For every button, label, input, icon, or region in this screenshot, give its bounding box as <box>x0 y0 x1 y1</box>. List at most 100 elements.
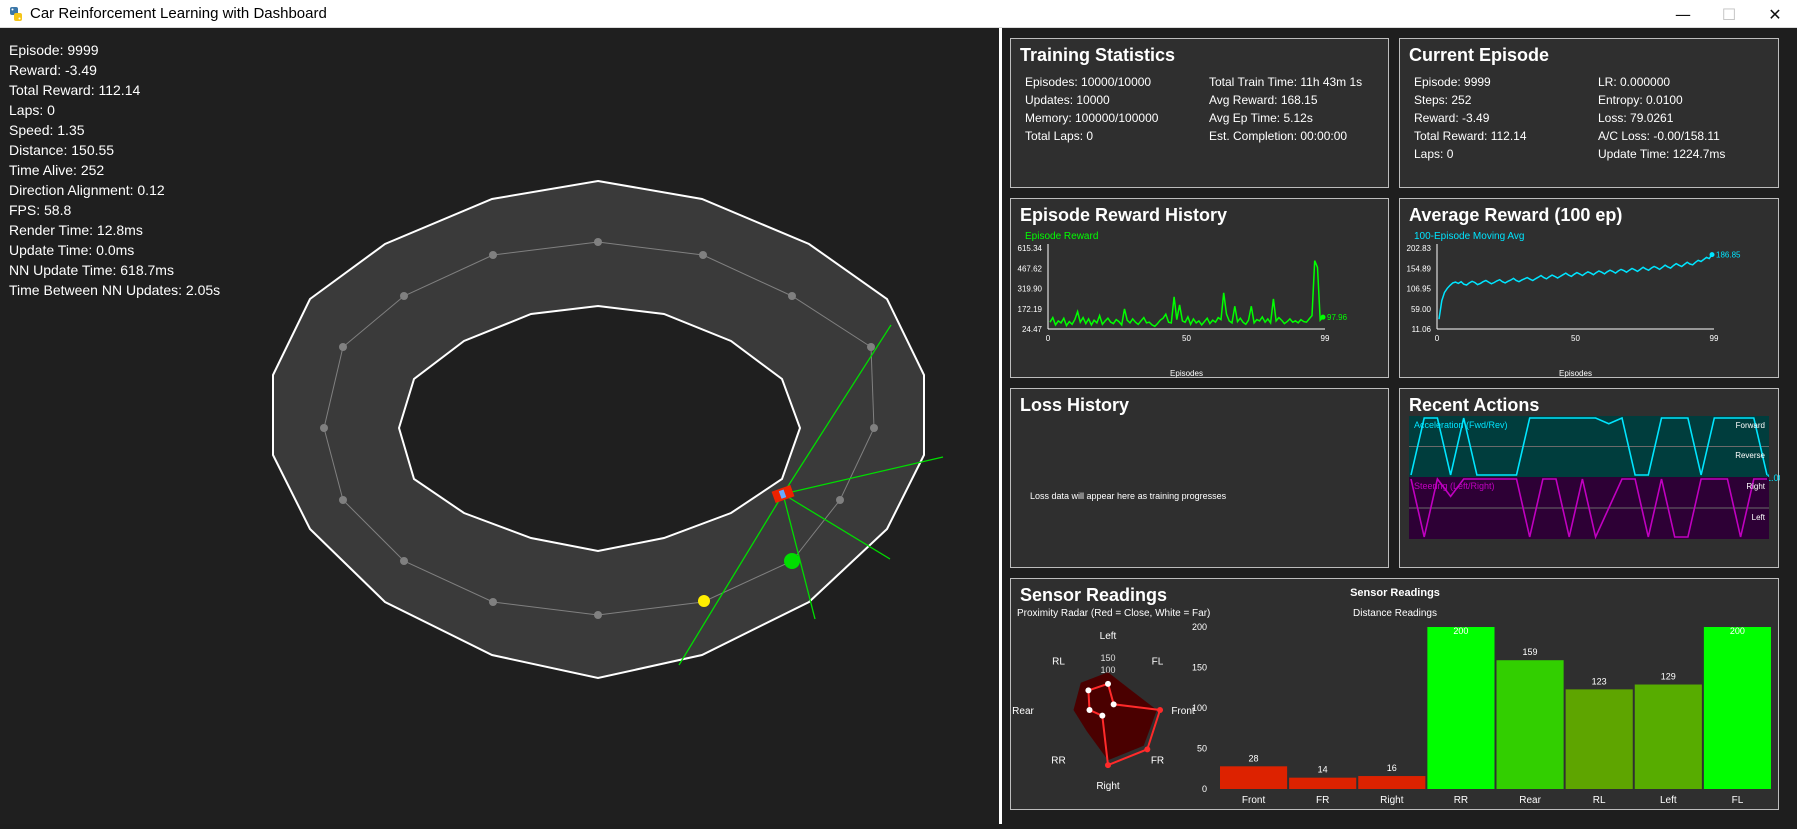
bar-category-label: FR <box>1316 795 1329 806</box>
hud-speed: Speed: 1.35 <box>9 122 85 138</box>
distance-bar <box>1565 689 1633 789</box>
chart-legend-label: 100-Episode Moving Avg <box>1414 231 1524 242</box>
stat-est-completion: Est. Completion: 00:00:00 <box>1209 129 1348 143</box>
distance-readings-chart: Sensor Readings Distance Readings 0 50 100 15… <box>1192 587 1771 806</box>
y-tick-label: 24.47 <box>1022 325 1043 334</box>
recent-actions-chart: Recent Actions Acceleration (Fwd/Rev) Forw… <box>1409 395 1780 540</box>
chart-title: Episode Reward History <box>1020 205 1227 225</box>
distance-bar <box>1427 627 1495 789</box>
loss-history-panel: Loss History Loss data will appear here … <box>1010 388 1389 568</box>
training-stats-left: Episodes: 10000/10000 Updates: 10000 Mem… <box>1025 73 1158 145</box>
data-series-line <box>1438 254 1713 320</box>
current-episode-right: LR: 0.000000 Entropy: 0.0100 Loss: 79.02… <box>1598 73 1725 163</box>
bar-value-label: 16 <box>1387 763 1397 773</box>
title-bar: Car Reinforcement Learning with Dashboar… <box>0 0 1797 28</box>
bar-category-label: Right <box>1380 795 1404 806</box>
panel-title: Current Episode <box>1409 45 1550 65</box>
hud-time-alive: Time Alive: 252 <box>9 162 105 178</box>
sensor-readings-panel: Sensor Readings Proximity Radar (Red = C… <box>1010 578 1779 810</box>
x-tick-label: 50 <box>1571 334 1580 343</box>
y-tick-label: 59.00 <box>1411 305 1432 314</box>
bar-value-label: 123 <box>1592 676 1607 686</box>
ep-total-reward: Total Reward: 112.14 <box>1414 129 1527 143</box>
y-tick-label: 154.89 <box>1407 264 1432 273</box>
maximize-icon[interactable]: ☐ <box>1706 0 1752 28</box>
hud-direction-alignment: Direction Alignment: 0.12 <box>9 182 165 198</box>
y-tick-label: 319.90 <box>1018 285 1043 294</box>
last-value-label: 97.96 <box>1327 313 1348 322</box>
bar-y-tick-label: 100 <box>1192 703 1207 713</box>
action-series-name: Steering (Left/Right) <box>1414 481 1495 491</box>
bar-value-label: 159 <box>1523 647 1538 657</box>
average-reward-panel: Average Reward (100 ep) 100-Episode Movin… <box>1399 198 1779 378</box>
stat-total-train-time: Total Train Time: 11h 43m 1s <box>1209 75 1363 89</box>
hud-nn-update-time: NN Update Time: 618.7ms <box>9 262 174 278</box>
y-tick-label: 615.34 <box>1018 244 1043 253</box>
ep-entropy: Entropy: 0.0100 <box>1598 93 1683 107</box>
distance-bar <box>1358 776 1426 789</box>
stat-memory: Memory: 100000/100000 <box>1025 111 1159 125</box>
dashboard: Training Statistics Episodes: 10000/1000… <box>1002 28 1797 824</box>
last-point-marker <box>1709 252 1715 258</box>
loss-placeholder-message: Loss data will appear here as training p… <box>1030 491 1227 501</box>
x-axis-label: Episodes <box>1559 369 1592 378</box>
x-axis-label: Episodes <box>1170 369 1203 378</box>
bar-category-label: Front <box>1242 795 1266 806</box>
bar-category-label: FL <box>1732 795 1744 806</box>
ep-laps: Laps: 0 <box>1414 147 1454 161</box>
stat-updates: Updates: 10000 <box>1025 93 1110 107</box>
x-tick-label: 99 <box>1321 334 1330 343</box>
bar-y-tick-label: 0 <box>1202 784 1207 794</box>
x-tick-label: 99 <box>1710 334 1719 343</box>
bar-value-label: 200 <box>1730 626 1745 636</box>
hud-reward: Reward: -3.49 <box>9 62 97 78</box>
episode-reward-chart: Episode Reward History Episode Reward 615.… <box>1018 205 1348 378</box>
y-tick-label: 11.06 <box>1412 325 1432 334</box>
current-episode-left: Episode: 9999 Steps: 252 Reward: -3.49 T… <box>1414 73 1527 163</box>
stat-episodes: Episodes: 10000/10000 <box>1025 75 1152 89</box>
bar-chart-title: Sensor Readings <box>1350 587 1440 599</box>
action-top-label: Right <box>1746 482 1765 491</box>
ep-episode: Episode: 9999 <box>1414 75 1491 89</box>
bar-value-label: 200 <box>1453 626 1468 636</box>
python-icon <box>10 7 22 21</box>
bar-category-label: RR <box>1454 795 1468 806</box>
panel-title: Training Statistics <box>1020 45 1176 65</box>
x-tick-label: 0 <box>1435 334 1440 343</box>
chart-title: Recent Actions <box>1409 395 1539 415</box>
close-icon[interactable]: ✕ <box>1752 0 1797 28</box>
x-tick-label: 50 <box>1182 334 1191 343</box>
hud-fps: FPS: 58.8 <box>9 202 72 218</box>
bar-category-label: Left <box>1660 795 1677 806</box>
chart-legend-label: Episode Reward <box>1025 231 1098 242</box>
hud-stats: Episode: 9999 Reward: -3.49 Total Reward… <box>9 40 220 300</box>
distance-bar <box>1703 627 1771 789</box>
y-tick-label: 202.83 <box>1407 244 1432 253</box>
recent-actions-panel: Recent Actions Acceleration (Fwd/Rev) Forw… <box>1399 388 1780 568</box>
hud-laps: Laps: 0 <box>9 102 55 118</box>
next-waypoint-marker <box>784 553 800 569</box>
ep-steps: Steps: 252 <box>1414 93 1472 107</box>
y-tick-label: 106.95 <box>1407 285 1432 294</box>
hud-time-between-updates: Time Between NN Updates: 2.05s <box>9 282 221 298</box>
hud-render-time: Render Time: 12.8ms <box>9 222 143 238</box>
ep-reward: Reward: -3.49 <box>1414 111 1490 125</box>
minimize-icon[interactable]: — <box>1660 0 1706 28</box>
bar-value-label: 28 <box>1249 753 1259 763</box>
bar-value-label: 129 <box>1661 672 1676 682</box>
bar-category-label: RL <box>1593 795 1606 806</box>
action-bottom-label: Left <box>1752 513 1766 522</box>
action-bottom-label: Reverse <box>1735 451 1765 460</box>
bar-value-label: 14 <box>1318 765 1328 775</box>
window-title: Car Reinforcement Learning with Dashboar… <box>30 5 327 22</box>
distance-bar <box>1289 777 1357 789</box>
hud-update-time: Update Time: 0.0ms <box>9 242 135 258</box>
distance-bar <box>1634 684 1702 789</box>
action-series-name: Acceleration (Fwd/Rev) <box>1414 420 1508 430</box>
bar-category-label: Rear <box>1519 795 1541 806</box>
stat-avg-reward: Avg Reward: 168.15 <box>1209 93 1318 107</box>
chart-title: Average Reward (100 ep) <box>1409 205 1622 225</box>
bar-y-tick-label: 200 <box>1192 622 1207 632</box>
hud-distance: Distance: 150.55 <box>9 142 115 158</box>
distance-bar <box>1496 660 1564 789</box>
